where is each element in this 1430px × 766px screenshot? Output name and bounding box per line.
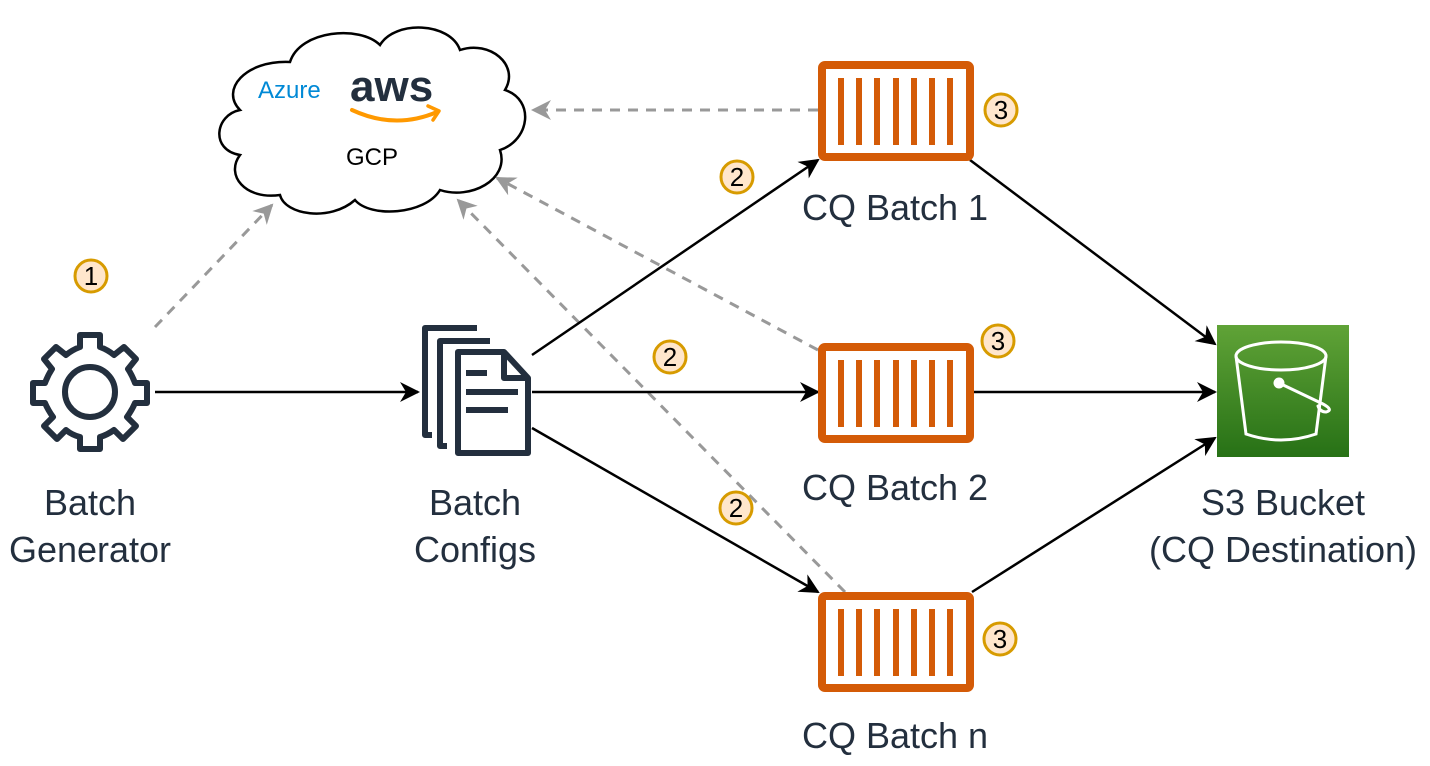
solid-edges [155,158,1217,594]
step-badge-number: 1 [84,261,98,291]
node-cq-batch-1[interactable]: CQ Batch 1 [802,61,988,228]
node-batch-generator[interactable]: Batch Generator [9,332,171,570]
step-badge: 1 [73,258,109,294]
step-badge: 3 [983,92,1019,128]
cq-batch-n-label: CQ Batch n [802,715,988,756]
s3-background [1217,325,1349,457]
step-badge: 2 [718,490,754,526]
documents-icon [422,325,531,456]
step-badge: 2 [652,339,688,375]
cloud-providers[interactable]: Azure aws GCP [218,26,527,215]
node-batch-configs[interactable]: Batch Configs [414,325,536,570]
edge-configs-to-batchn [531,426,820,594]
step-badge: 3 [982,621,1018,657]
step-badge-number: 2 [663,342,677,372]
step-badge-number: 3 [993,624,1007,654]
cq-batch-2-label: CQ Batch 2 [802,467,988,508]
s3-bucket-label-line2: (CQ Destination) [1149,529,1417,570]
step-badge-number: 3 [994,95,1008,125]
batch-generator-label-line2: Generator [9,529,171,570]
container-icon [818,61,974,161]
aws-logo-text: aws [350,62,433,111]
batch-configs-label-line1: Batch [429,482,521,523]
step-badge-number: 3 [991,326,1005,356]
edge-configs-to-batch1 [531,158,820,357]
step-badge-number: 2 [730,162,744,192]
gcp-label: GCP [346,144,398,171]
node-cq-batch-n[interactable]: CQ Batch n [802,592,988,756]
s3-bucket-label-line1: S3 Bucket [1201,482,1365,523]
step-badge: 3 [980,323,1016,359]
cloud-icon [218,26,527,215]
edge-generator-to-cloud [153,203,274,329]
step-badge: 2 [719,159,755,195]
batch-configs-label-line2: Configs [414,529,536,570]
node-cq-batch-2[interactable]: CQ Batch 2 [802,343,988,508]
step-badge-number: 2 [729,493,743,523]
edge-batch2-to-cloud [495,176,819,352]
azure-label: Azure [258,77,321,104]
architecture-diagram: Azure aws GCP Batch Generator Batch Conf… [9,26,1417,756]
gear-icon [30,332,150,452]
node-s3-bucket[interactable]: S3 Bucket (CQ Destination) [1149,325,1417,570]
container-icon [818,592,974,692]
cq-batch-1-label: CQ Batch 1 [802,187,988,228]
edge-batch1-to-s3 [969,159,1217,346]
container-icon [818,343,974,443]
batch-generator-label-line1: Batch [44,482,136,523]
